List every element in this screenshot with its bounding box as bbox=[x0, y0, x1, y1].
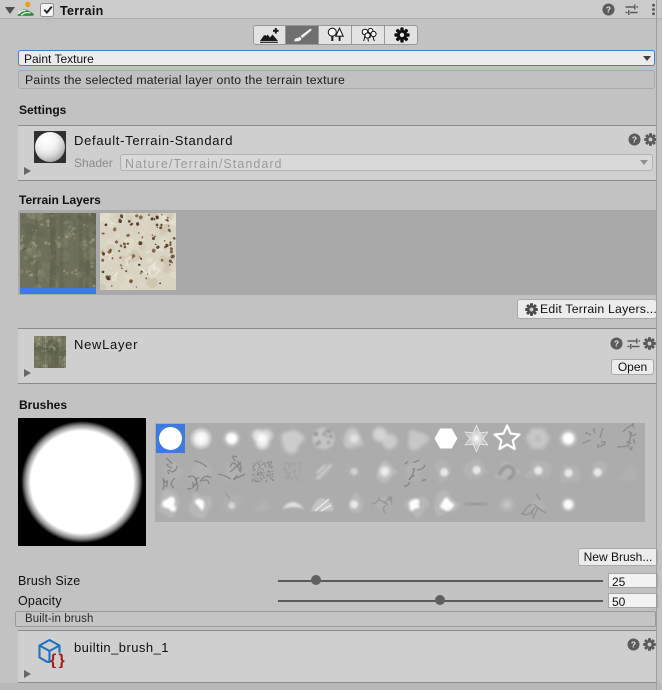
svg-text:{: { bbox=[50, 652, 56, 668]
svg-text:?: ? bbox=[606, 4, 611, 14]
svg-text:?: ? bbox=[614, 339, 619, 349]
svg-text:?: ? bbox=[632, 135, 637, 145]
svg-text:}: } bbox=[59, 652, 65, 668]
svg-text:?: ? bbox=[631, 640, 636, 650]
